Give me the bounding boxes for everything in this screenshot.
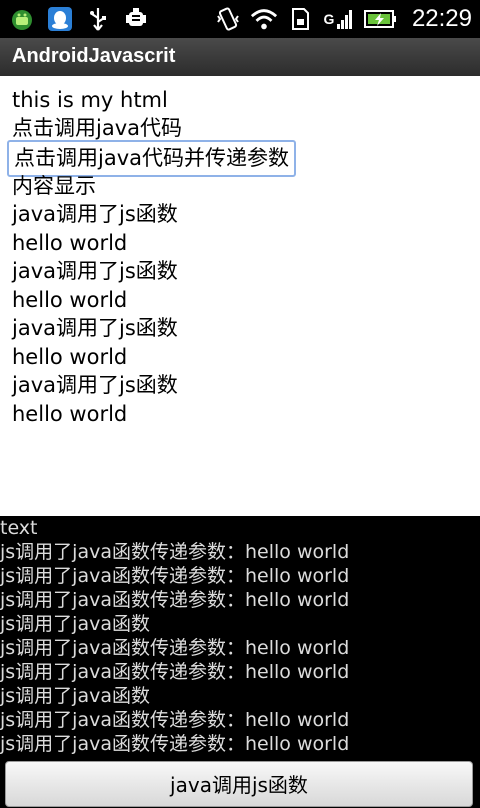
status-clock: 22:29 [411,5,472,32]
title-bar: AndroidJavascrit [0,38,480,77]
signal-g-icon: G [322,5,356,33]
log-line: js调用了java函数 [0,685,150,707]
web-output-line: hello world [12,345,128,369]
log-line: js调用了java函数传递参数：hello world [0,541,350,563]
usb-icon [84,5,112,33]
log-line: js调用了java函数传递参数：hello world [0,565,350,587]
debug-android-icon [122,5,150,33]
webview: this is my html 点击调用java代码 点击调用java代码并传递… [0,76,480,516]
content-display-label: 内容显示 [12,174,96,198]
android-notification-icon [8,5,36,33]
network-type-label: G [323,11,335,27]
web-output-line: java调用了js函数 [12,259,178,283]
vibrate-icon [214,5,242,33]
battery-charging-icon [363,5,398,33]
call-js-button[interactable]: java调用js函数 [5,761,473,807]
status-bar-notifications [8,0,150,38]
call-java-link[interactable]: 点击调用java代码 [12,114,182,142]
web-output-line: java调用了js函数 [12,373,178,397]
web-output-line: java调用了js函数 [12,202,178,226]
log-line: js调用了java函数传递参数：hello world [0,637,350,659]
web-heading: this is my html [12,88,168,112]
log-line: js调用了java函数传递参数：hello world [0,709,350,731]
wifi-icon [250,5,278,33]
log-text-view: text js调用了java函数传递参数：hello world js调用了ja… [0,516,480,760]
sd-card-icon [286,5,314,33]
log-line: js调用了java函数传递参数：hello world [0,733,350,755]
status-bar-system: G 22:29 [214,0,472,38]
log-line: js调用了java函数传递参数：hello world [0,661,350,683]
web-output-line: hello world [12,288,128,312]
qq-icon [46,5,74,33]
app-title: AndroidJavascrit [12,45,176,67]
log-line: text [0,517,38,539]
log-line: js调用了java函数 [0,613,150,635]
status-bar: G 22:29 [0,0,480,38]
log-line: js调用了java函数传递参数：hello world [0,589,350,611]
web-output-line: hello world [12,231,128,255]
web-output-line: hello world [12,402,128,426]
web-output-line: java调用了js函数 [12,316,178,340]
